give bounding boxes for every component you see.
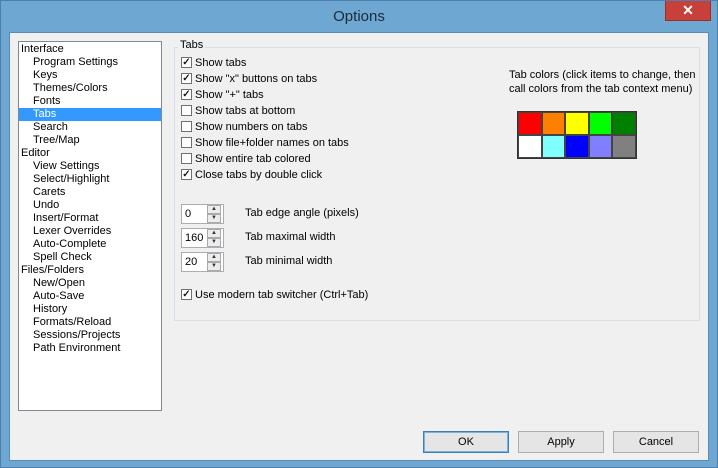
- checkbox-box[interactable]: [181, 152, 192, 164]
- checkbox-label: Close tabs by double click: [195, 169, 323, 181]
- checkbox-box[interactable]: [181, 104, 192, 116]
- spinner-label: Tab maximal width: [245, 231, 336, 243]
- spin-up-icon[interactable]: ▲: [207, 229, 221, 238]
- spin-up-icon[interactable]: ▲: [207, 205, 221, 214]
- tree-item[interactable]: Fonts: [33, 95, 61, 108]
- options-category-tree[interactable]: Interface Program Settings Keys Themes/Colo…: [18, 41, 162, 411]
- color-swatch[interactable]: [565, 135, 589, 158]
- tree-item[interactable]: History: [33, 303, 67, 316]
- tree-item[interactable]: Keys: [33, 69, 57, 82]
- ok-button[interactable]: OK: [423, 431, 509, 453]
- spinner-label: Tab minimal width: [245, 255, 333, 267]
- spin-down-icon[interactable]: ▼: [207, 262, 221, 271]
- tab-option-checkbox[interactable]: ✓ Show tabs: [181, 56, 246, 71]
- spin-down-icon[interactable]: ▼: [207, 238, 221, 247]
- tab-colors-caption: Tab colors (click items to change, then …: [509, 69, 696, 95]
- options-window: Options ✕ Interface Program Settings Keys T…: [0, 0, 718, 468]
- tree-item[interactable]: Interface: [21, 43, 64, 56]
- tree-item[interactable]: Tree/Map: [33, 134, 80, 147]
- checkbox-box[interactable]: ✓: [181, 168, 192, 180]
- tab-option-checkbox[interactable]: ✓ Show "x" buttons on tabs: [181, 72, 317, 87]
- modern-tab-switcher-checkbox[interactable]: ✓ Use modern tab switcher (Ctrl+Tab): [181, 288, 368, 303]
- checkbox-label: Show tabs: [195, 57, 247, 69]
- tree-item[interactable]: Carets: [33, 186, 65, 199]
- checkbox-box[interactable]: ✓: [181, 56, 192, 68]
- tree-item[interactable]: Editor: [21, 147, 50, 160]
- tree-item[interactable]: View Settings: [33, 160, 99, 173]
- checkbox-label: Show file+folder names on tabs: [195, 137, 349, 149]
- tree-item[interactable]: Search: [33, 121, 68, 134]
- checkbox-box[interactable]: [181, 136, 192, 148]
- tree-item[interactable]: Lexer Overrides: [33, 225, 111, 238]
- apply-button[interactable]: Apply: [518, 431, 604, 453]
- tab-option-checkbox[interactable]: Show file+folder names on tabs: [181, 136, 349, 151]
- checkbox-label: Show entire tab colored: [195, 153, 311, 165]
- checkbox-label: Use modern tab switcher (Ctrl+Tab): [195, 289, 369, 301]
- tree-item[interactable]: Tabs: [19, 108, 161, 121]
- color-swatch[interactable]: [518, 135, 542, 158]
- spin-up-icon[interactable]: ▲: [207, 253, 221, 262]
- tree-item[interactable]: Undo: [33, 199, 59, 212]
- title-bar[interactable]: Options ✕: [1, 1, 717, 32]
- spinner-label: Tab edge angle (pixels): [245, 207, 359, 219]
- tree-item[interactable]: New/Open: [33, 277, 85, 290]
- tree-item[interactable]: Themes/Colors: [33, 82, 108, 95]
- color-swatch[interactable]: [518, 112, 542, 135]
- color-swatch[interactable]: [588, 112, 613, 135]
- tabs-group-label: Tabs: [178, 39, 206, 51]
- color-swatch[interactable]: [541, 112, 566, 135]
- window-title: Options: [333, 8, 385, 25]
- dialog-client-area: Interface Program Settings Keys Themes/Colo…: [9, 32, 709, 461]
- tab-option-checkbox[interactable]: ✓ Show "+" tabs: [181, 88, 264, 103]
- tab-option-checkbox[interactable]: Show numbers on tabs: [181, 120, 308, 135]
- spinner-arrows[interactable]: ▲ ▼: [207, 205, 221, 223]
- spinner-arrows[interactable]: ▲ ▼: [207, 253, 221, 271]
- tree-item[interactable]: Auto-Save: [33, 290, 84, 303]
- color-swatch[interactable]: [612, 112, 636, 135]
- color-swatch[interactable]: [565, 112, 589, 135]
- tree-item[interactable]: Formats/Reload: [33, 316, 111, 329]
- checkbox-label: Show "+" tabs: [195, 89, 264, 101]
- tree-item[interactable]: Path Environment: [33, 342, 120, 355]
- tree-item[interactable]: Insert/Format: [33, 212, 98, 225]
- tab-option-checkbox[interactable]: ✓ Close tabs by double click: [181, 168, 322, 183]
- tab-option-checkbox[interactable]: Show entire tab colored: [181, 152, 311, 167]
- tree-item[interactable]: Spell Check: [33, 251, 92, 264]
- color-swatch[interactable]: [612, 135, 636, 158]
- checkbox-box[interactable]: ✓: [181, 88, 192, 100]
- cancel-button[interactable]: Cancel: [613, 431, 699, 453]
- color-swatch[interactable]: [541, 135, 566, 158]
- tree-item[interactable]: Sessions/Projects: [33, 329, 120, 342]
- tree-item[interactable]: Select/Highlight: [33, 173, 109, 186]
- tab-colors-palette: [517, 111, 637, 159]
- close-button[interactable]: ✕: [665, 1, 711, 21]
- checkbox-box[interactable]: ✓: [181, 72, 192, 84]
- checkbox-box[interactable]: ✓: [181, 288, 192, 300]
- spinner-arrows[interactable]: ▲ ▼: [207, 229, 221, 247]
- tree-item[interactable]: Auto-Complete: [33, 238, 106, 251]
- tree-item[interactable]: Files/Folders: [21, 264, 84, 277]
- checkbox-label: Show tabs at bottom: [195, 105, 296, 117]
- checkbox-label: Show numbers on tabs: [195, 121, 308, 133]
- checkbox-box[interactable]: [181, 120, 192, 132]
- tree-item[interactable]: Program Settings: [33, 56, 118, 69]
- tab-option-checkbox[interactable]: Show tabs at bottom: [181, 104, 295, 119]
- checkbox-label: Show "x" buttons on tabs: [195, 73, 318, 85]
- color-swatch[interactable]: [588, 135, 613, 158]
- spin-down-icon[interactable]: ▼: [207, 214, 221, 223]
